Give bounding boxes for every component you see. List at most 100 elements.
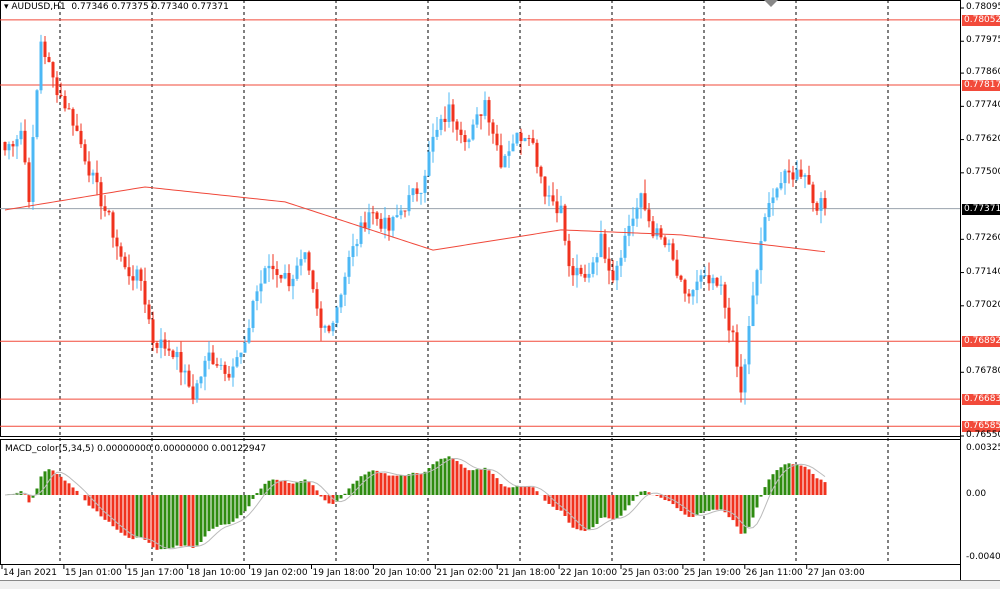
candle [712,278,715,283]
time-axis-label: 20 Jan 10:00 [374,568,431,578]
macd-bar [140,495,143,537]
macd-bar [516,486,519,495]
candle [784,171,787,183]
candle [156,343,159,348]
price-axis-label: 0.76550 [966,430,1000,440]
macd-bar [100,495,103,516]
candle [580,268,583,274]
candle [656,228,659,236]
macd-bar [740,495,743,534]
macd-bar [340,495,343,498]
candle [756,270,759,295]
candle [200,377,203,384]
macd-bar [308,481,311,495]
price-axis-label: 0.77260 [966,233,1000,243]
candle [700,275,703,281]
macd-bar [564,495,567,516]
candle [300,259,303,266]
macd-bar [324,495,327,500]
candle [664,237,667,245]
macd-bar [84,495,87,500]
candle [356,244,359,246]
candle [32,137,35,202]
macd-bar [492,474,495,495]
level-price-tag: 0.76683 [962,394,1000,405]
macd-bar [544,495,547,501]
macd-bar [744,495,747,533]
macd-bar [152,495,155,547]
macd-bar [768,479,771,495]
macd-axis-label: -0.00402 [966,552,1000,562]
macd-bar [176,495,179,546]
macd-bar [624,495,627,510]
candle [788,171,791,173]
macd-bar [576,495,579,529]
macd-bar [236,495,239,518]
macd-bar [248,495,251,506]
candle [640,193,643,207]
candle [284,273,287,278]
price-axis-label: 0.77620 [966,134,1000,144]
candle [460,130,463,135]
macd-bar [600,495,603,518]
candle [764,217,767,241]
macd-bar [364,474,367,495]
macd-bar [392,476,395,495]
candle [12,144,15,146]
candle [480,114,483,116]
macd-bar [204,495,207,537]
candle [140,269,143,280]
candle [456,121,459,129]
candle [272,266,275,269]
candle [4,142,7,150]
level-price-tag: 0.76892 [962,336,1000,347]
price-axis-label: 0.77740 [966,100,1000,110]
candle [108,211,111,212]
time-axis-label: 27 Jan 03:00 [808,568,865,578]
macd-bar [604,495,607,517]
macd-bar [132,495,135,539]
candle [172,351,175,357]
macd-bar [636,495,639,496]
macd-bar [816,478,819,495]
macd-bar [720,495,723,509]
candle [16,139,19,146]
candle [760,241,763,270]
candle [244,343,247,353]
candle [120,246,123,256]
candle [76,126,79,131]
macd-bar [496,478,499,495]
macd-bar [156,495,159,550]
macd-bar [240,495,243,515]
macd-bar [404,476,407,495]
candle [44,42,47,57]
macd-bar [412,473,415,495]
candle [96,173,99,182]
macd-bar [520,486,523,495]
candle [288,273,291,286]
macd-bar [192,495,195,548]
candle [800,170,803,177]
macd-bar [432,464,435,495]
candle [84,144,87,161]
macd-bar [628,495,631,505]
candle [816,203,819,211]
candle [412,188,415,195]
macd-bar [508,487,511,495]
macd-bar [728,495,731,517]
macd-bar [72,487,75,495]
candle [544,177,547,197]
candle [136,269,139,280]
candle [40,42,43,91]
macd-bar [780,467,783,495]
price-chart[interactable] [0,0,1000,588]
macd-bar [148,495,151,543]
macd-title: MACD_color(5,34,5) 0.00000000 0.00000000… [5,444,266,454]
macd-bar [696,495,699,515]
macd-bar [644,491,647,495]
macd-bar [284,481,287,495]
macd-bar [708,495,711,511]
macd-bar [504,486,507,495]
time-axis-label: 19 Jan 02:00 [251,568,308,578]
candle [88,161,91,175]
